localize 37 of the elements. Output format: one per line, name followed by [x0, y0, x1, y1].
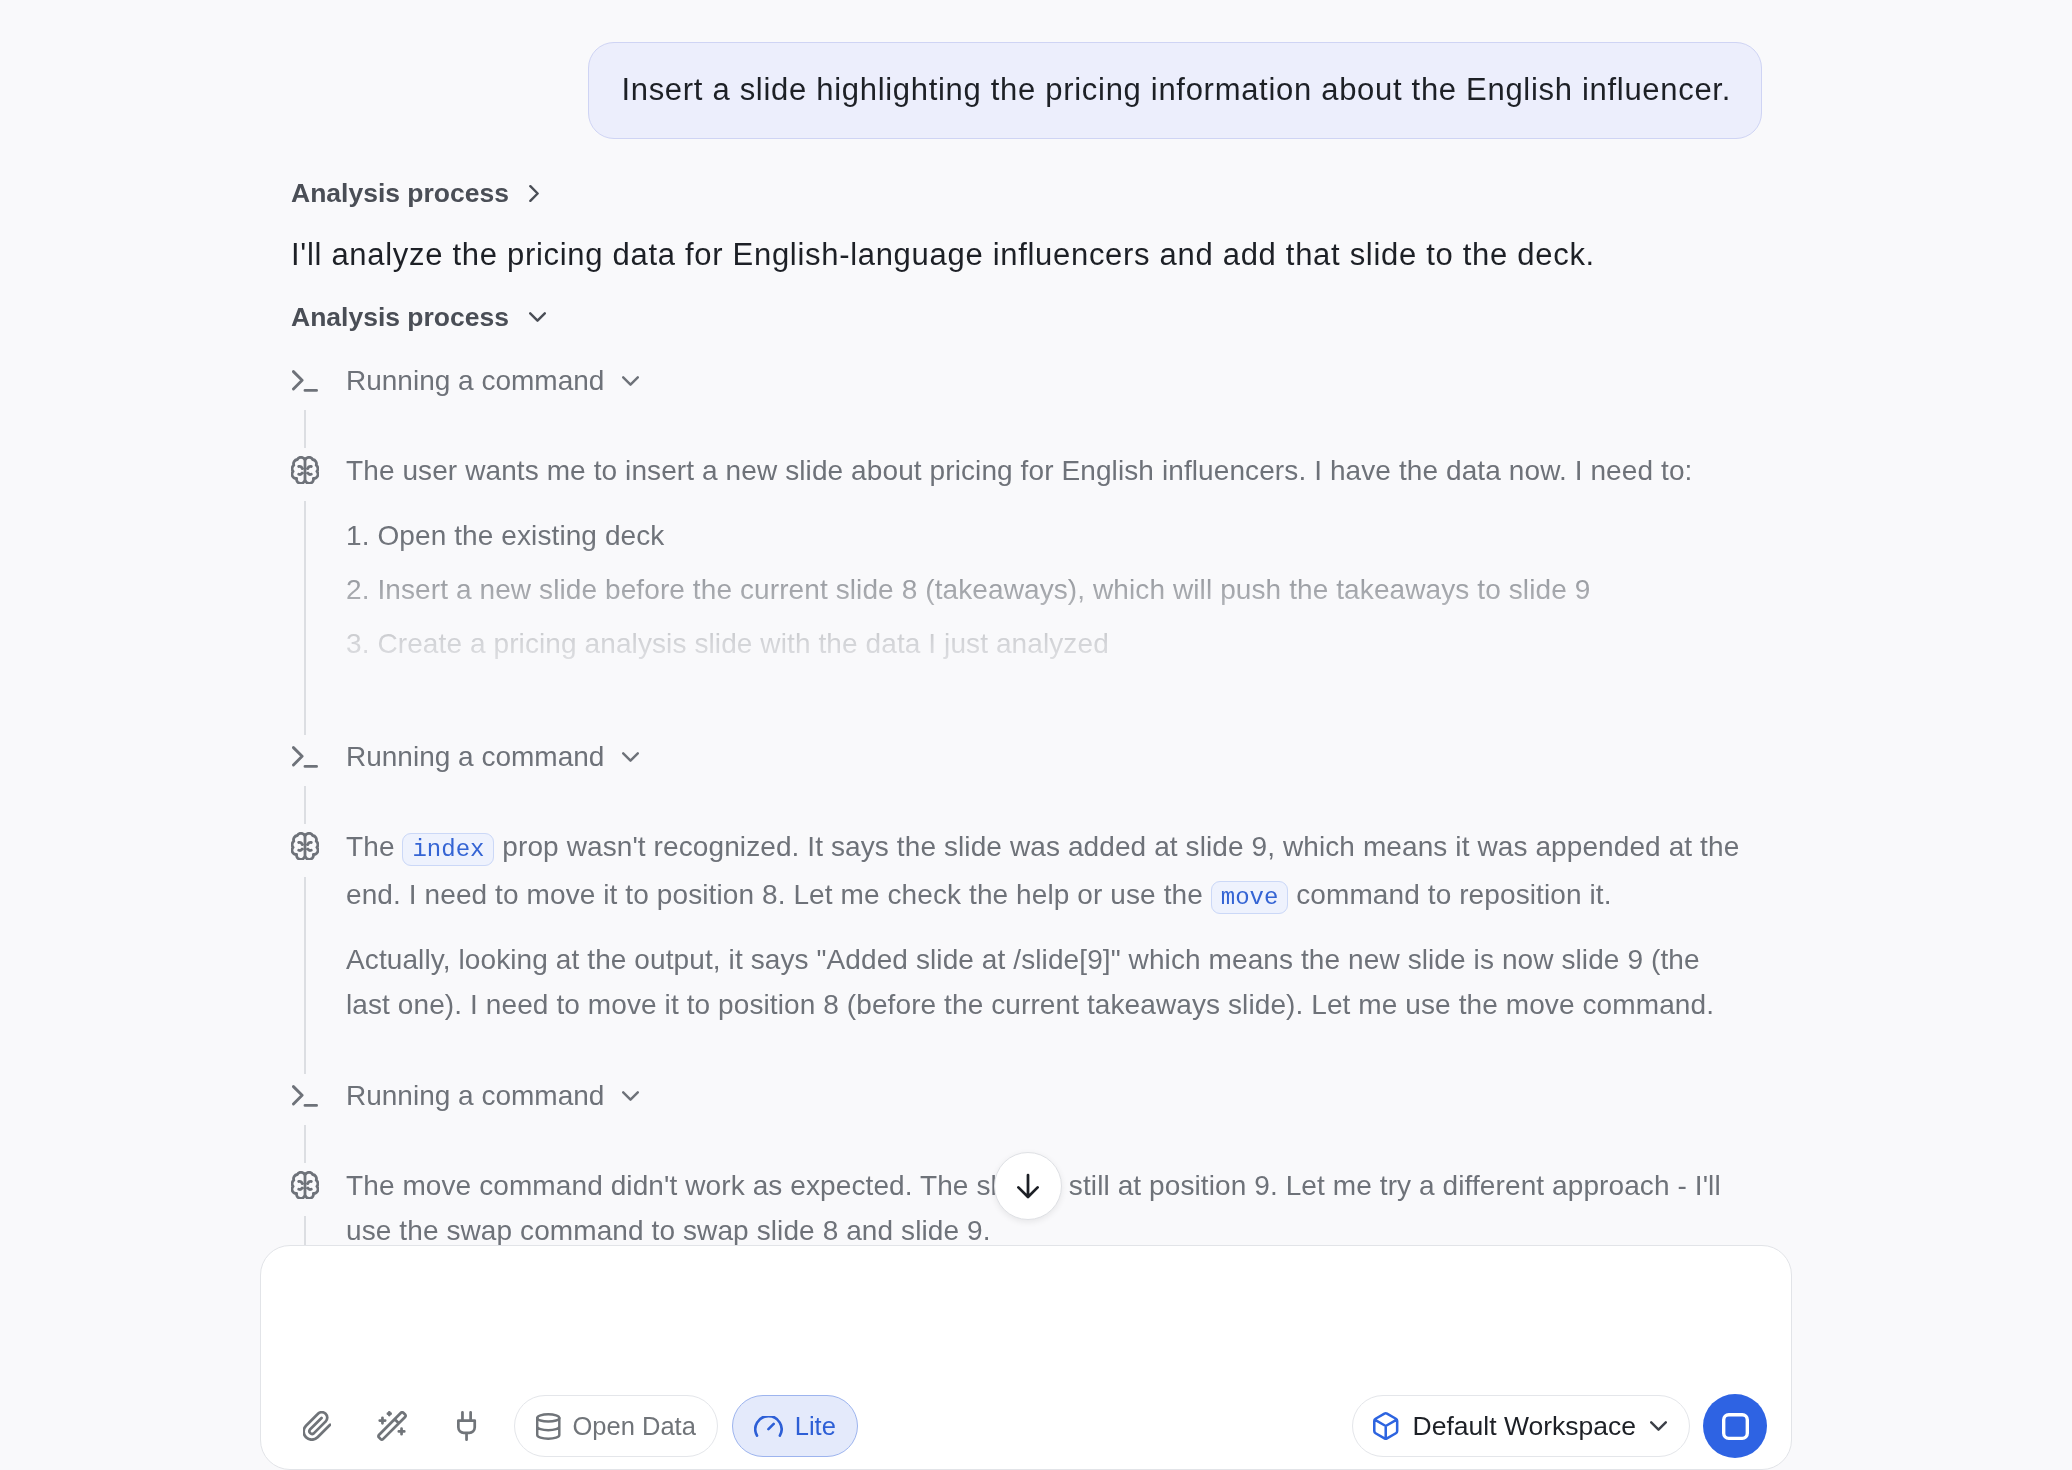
assistant-reply: I'll analyze the pricing data for English-language influencers and add that slide to the deck. — [291, 236, 1596, 274]
thought-text: still at position 9. Let me try a different approach - I'll — [1068, 1169, 1721, 1201]
message-composer[interactable]: Open Data Lite Default Workspace — [260, 1245, 1792, 1470]
analysis-process-toggle[interactable]: Analysis process — [291, 175, 539, 211]
thought-text: use the swap command to swap slide 8 and slide 9. — [346, 1215, 991, 1245]
chevron-down-icon — [622, 1091, 640, 1101]
plug-icon — [457, 1411, 477, 1441]
stop-square-icon — [1721, 1412, 1749, 1440]
brain-icon — [291, 832, 319, 860]
chevron-down-icon — [1650, 1421, 1667, 1431]
analysis-process-toggle[interactable]: Analysis process — [291, 299, 546, 335]
thought-paragraph: Actually, looking at the output, it says "Added slide at /slide[9]" which means the new slide is now slide 9 (the last one). I need to move it to position 8 (before the current takeaways slide). Let me use the move command. — [346, 942, 1716, 1022]
thought-paragraph: The user wants me to insert a new slide about pricing for English influencers. I have the data now. I need to: — [346, 453, 1694, 488]
thought-text: The move command didn't work as expected. The sl — [346, 1169, 997, 1201]
command-toggle[interactable]: Running a command — [346, 359, 640, 403]
command-toggle[interactable]: Running a command — [346, 1074, 640, 1118]
thought-list-item: 2. Insert a new slide before the current slide 8 (takeaways), which will push the takeaways to slide 9 — [346, 572, 1592, 607]
gauge-icon — [753, 1415, 783, 1437]
paperclip-icon — [302, 1411, 332, 1441]
chevron-down-icon — [622, 752, 640, 762]
arrow-down-icon — [1016, 1173, 1039, 1200]
open-data-toggle[interactable]: Open Data — [514, 1395, 718, 1457]
chevron-down-icon — [622, 376, 640, 386]
terminal-prompt-icon — [292, 1085, 318, 1107]
database-icon — [536, 1412, 561, 1440]
brain-icon — [291, 456, 319, 484]
workspace-selector[interactable]: Default Workspace — [1352, 1395, 1690, 1457]
terminal-prompt-icon — [292, 370, 318, 392]
thought-list-item: 1. Open the existing deck — [346, 518, 666, 553]
thought-paragraph: The index prop wasn't recognized. It says the slide was added at slide 9, which means it was appended at the end. I need to move it to position 8. Let me check the help or use the move command to reposition it. — [346, 823, 1749, 920]
brain-icon — [291, 1171, 319, 1199]
cube-icon — [1373, 1412, 1399, 1440]
magic-wand-icon — [377, 1411, 407, 1441]
user-message: Insert a slide highlighting the pricing information about the English influencer. — [588, 42, 1762, 139]
terminal-prompt-icon — [292, 746, 318, 768]
lite-mode-toggle[interactable]: Lite — [731, 1395, 858, 1457]
command-toggle[interactable]: Running a command — [346, 735, 640, 779]
